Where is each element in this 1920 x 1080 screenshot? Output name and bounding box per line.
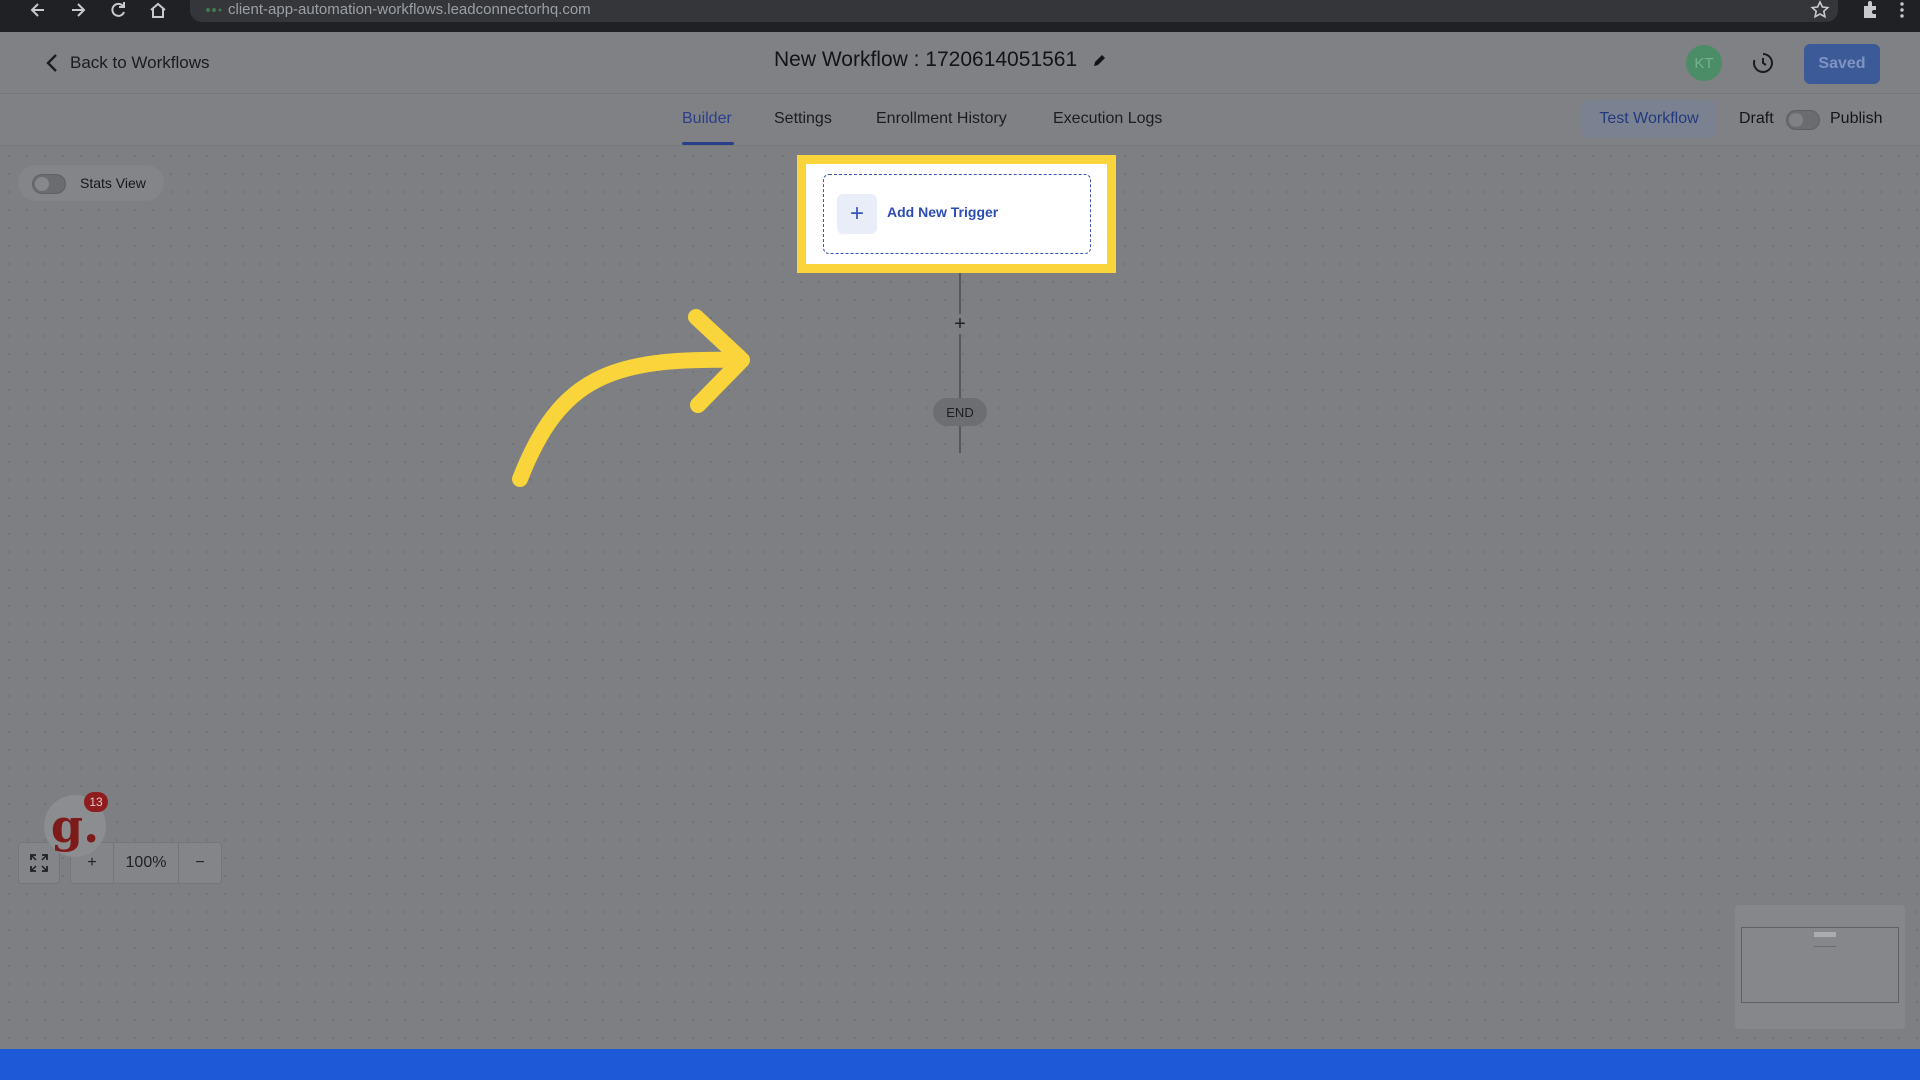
site-settings-icon[interactable] [204,3,222,17]
zoom-controls: + 100% − [18,842,222,884]
avatar[interactable]: KT [1686,45,1722,81]
browser-back-icon[interactable] [24,0,52,20]
workflow-title-text: New Workflow : 1720614051561 [774,48,1078,71]
minimap-node [1814,932,1836,937]
stats-view-control: Stats View [18,165,164,201]
stats-view-toggle[interactable] [32,174,66,194]
workflow-header: Back to Workflows New Workflow : 1720614… [0,32,1920,94]
minimap[interactable] [1735,905,1905,1029]
plus-icon: + [837,194,877,234]
workflow-title: New Workflow : 1720614051561 [774,48,1108,72]
publish-toggle[interactable] [1786,110,1820,130]
add-action-button[interactable]: + [950,314,970,334]
draft-label: Draft [1739,110,1774,127]
extensions-icon[interactable] [1856,0,1884,20]
publish-label: Publish [1830,110,1883,127]
browser-menu-icon[interactable] [1888,0,1916,20]
browser-home-icon[interactable] [144,0,172,20]
expand-icon [30,854,48,872]
minimap-connector [1814,946,1836,947]
connector-line [959,273,961,453]
history-icon[interactable] [1750,50,1776,76]
tab-settings[interactable]: Settings [774,110,832,128]
annotation-arrow [512,309,750,487]
chevron-left-icon [46,54,57,72]
url-text: client-app-automation-workflows.leadconn… [228,1,591,18]
toggle-knob [1789,113,1803,127]
saved-button[interactable]: Saved [1804,44,1880,84]
toggle-knob [35,177,49,191]
tabs-bar: Builder Settings Enrollment History Exec… [0,94,1920,146]
back-to-workflows-link[interactable]: Back to Workflows [44,52,210,74]
pencil-icon[interactable] [1091,52,1108,69]
end-node: END [933,398,987,426]
back-link-label: Back to Workflows [70,53,210,72]
trigger-highlight: + Add New Trigger [797,155,1116,273]
tab-execution-logs[interactable]: Execution Logs [1053,110,1162,128]
browser-reload-icon[interactable] [104,0,132,20]
zoom-out-button[interactable]: − [178,842,222,884]
browser-toolbar: client-app-automation-workflows.leadconn… [0,0,1920,32]
notification-badge: 13 [84,792,108,812]
browser-forward-icon[interactable] [64,0,92,20]
add-trigger-label: Add New Trigger [887,204,999,220]
tab-enrollment-history[interactable]: Enrollment History [876,110,1007,128]
bookmark-star-icon[interactable] [1806,0,1834,20]
stats-view-label: Stats View [80,175,146,191]
add-new-trigger-button[interactable]: + Add New Trigger [823,174,1091,254]
tab-builder[interactable]: Builder [682,110,732,128]
zoom-level: 100% [114,842,178,884]
minimap-viewport[interactable] [1741,927,1899,1003]
active-tab-indicator [682,142,734,145]
bottom-banner [0,1049,1920,1080]
workflow-canvas[interactable]: Stats View + Add New Trigger + END [0,147,1920,1049]
address-bar[interactable]: client-app-automation-workflows.leadconn… [190,0,1838,22]
test-workflow-button[interactable]: Test Workflow [1582,100,1716,138]
